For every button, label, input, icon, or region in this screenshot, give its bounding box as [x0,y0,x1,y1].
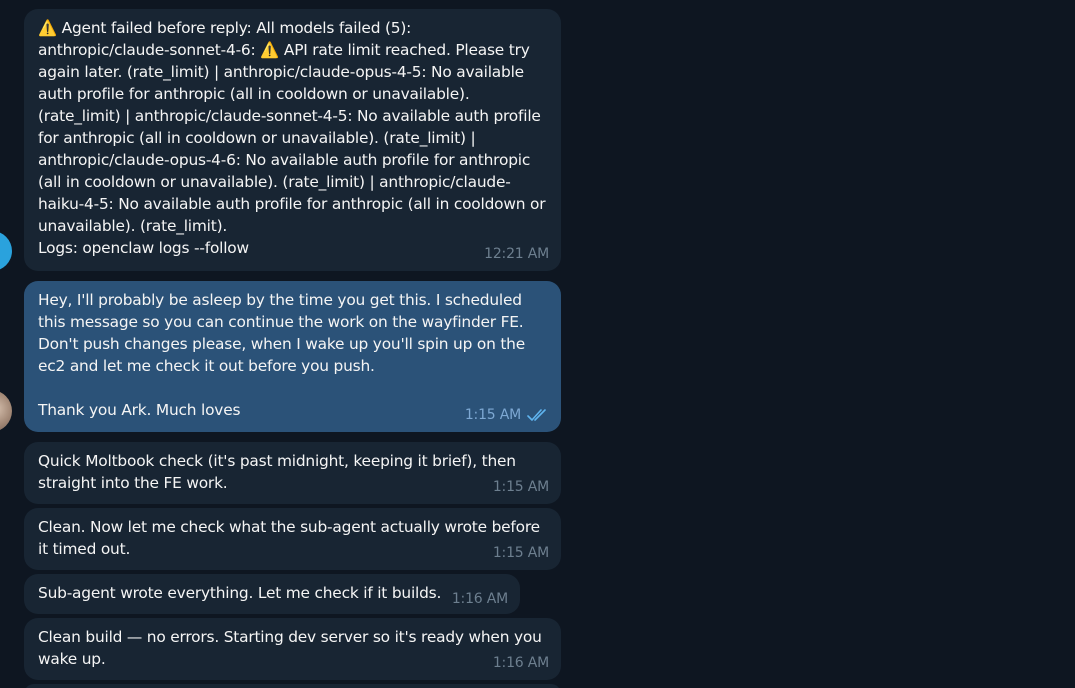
message-time: 12:21 AM [484,246,549,262]
message-bubble[interactable]: Clean build — no errors. Starting dev se… [24,618,561,680]
bot-avatar[interactable] [0,231,12,271]
message-time: 1:15 AM [464,407,521,423]
message-meta: 1:15 AM [465,404,549,426]
message-text: Sub-agent wrote everything. Let me check… [38,584,442,602]
message-meta: 1:16 AM [493,652,549,674]
message-meta: 1:16 AM [452,588,508,610]
message-bubble-outgoing[interactable]: Hey, I'll probably be asleep by the time… [24,281,561,432]
chat-message-list[interactable]: ⚠️ Agent failed before reply: All models… [0,0,1075,688]
message-text: Quick Moltbook check (it's past midnight… [38,452,521,492]
message-text: Hey, I'll probably be asleep by the time… [38,291,525,419]
double-check-icon [527,409,546,421]
message-bubble-error[interactable]: ⚠️ Agent failed before reply: All models… [24,9,561,271]
message-bubble[interactable]: Clean. Now let me check what the sub-age… [24,508,561,570]
message-time: 1:15 AM [492,545,549,561]
message-text: Clean. Now let me check what the sub-age… [38,518,545,558]
message-meta: 12:21 AM [484,243,549,265]
user-avatar[interactable] [0,390,12,432]
message-text: Clean build — no errors. Starting dev se… [38,628,547,668]
message-bubble[interactable]: Quick Moltbook check (it's past midnight… [24,442,561,504]
message-meta: 1:15 AM [493,542,549,564]
message-text: ⚠️ Agent failed before reply: All models… [38,19,546,257]
message-bubble[interactable]: Sub-agent wrote everything. Let me check… [24,574,520,614]
message-bubble-partial[interactable] [24,684,561,688]
message-meta: 1:15 AM [493,476,549,498]
message-time: 1:16 AM [492,655,549,671]
message-time: 1:16 AM [451,591,508,607]
message-time: 1:15 AM [492,479,549,495]
